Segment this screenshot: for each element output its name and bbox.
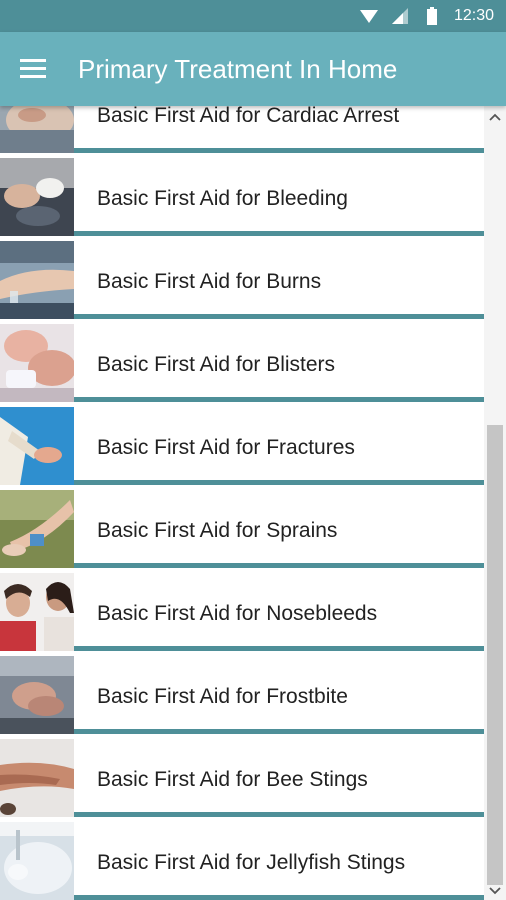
nosebleeds-thumbnail: [0, 573, 74, 651]
list-item-bleeding[interactable]: Basic First Aid for Bleeding: [0, 158, 484, 236]
hamburger-menu-icon[interactable]: [20, 59, 46, 79]
blisters-thumbnail: [0, 324, 74, 402]
list-item-fractures[interactable]: Basic First Aid for Fractures: [0, 407, 484, 485]
list-item-label: Basic First Aid for Burns: [97, 270, 322, 293]
list-item-label: Basic First Aid for Sprains: [97, 519, 338, 542]
list-item-cardiac-arrest[interactable]: Basic First Aid for Cardiac Arrest: [0, 106, 484, 153]
list-item-jellyfish-stings[interactable]: Basic First Aid for Jellyfish Stings: [0, 822, 484, 900]
list-item-label: Basic First Aid for Bleeding: [97, 187, 348, 210]
jellyfish-stings-thumbnail: [0, 822, 74, 900]
sprains-thumbnail: [0, 490, 74, 568]
divider: [74, 812, 484, 817]
app-bar: Primary Treatment In Home: [0, 32, 506, 106]
wifi-icon: [360, 10, 378, 23]
list-item-label: Basic First Aid for Jellyfish Stings: [97, 851, 406, 874]
scrollbar-thumb[interactable]: [487, 425, 503, 885]
list-item-burns[interactable]: Basic First Aid for Burns: [0, 241, 484, 319]
page-title: Primary Treatment In Home: [78, 54, 398, 84]
list-item-sprains[interactable]: Basic First Aid for Sprains: [0, 490, 484, 568]
divider: [74, 480, 484, 485]
list-item-label: Basic First Aid for Bee Stings: [97, 768, 368, 791]
list-item-label: Basic First Aid for Nosebleeds: [97, 602, 378, 625]
list-item-label: Basic First Aid for Fractures: [97, 436, 355, 459]
divider: [74, 895, 484, 900]
list-item-label: Basic First Aid for Blisters: [97, 353, 336, 376]
list-item-frostbite[interactable]: Basic First Aid for Frostbite: [0, 656, 484, 734]
divider: [74, 563, 484, 568]
status-time: 12:30: [453, 7, 494, 24]
divider: [74, 148, 484, 153]
scroll-down-arrow-icon[interactable]: [488, 886, 502, 896]
cellular-signal-icon: [392, 8, 408, 24]
list-item-bee-stings[interactable]: Basic First Aid for Bee Stings: [0, 739, 484, 817]
burns-thumbnail: [0, 241, 74, 319]
battery-icon: [427, 7, 437, 25]
scroll-up-arrow-icon[interactable]: [488, 112, 502, 122]
list-item-label: Basic First Aid for Frostbite: [97, 685, 348, 708]
bee-stings-thumbnail: [0, 739, 74, 817]
frostbite-thumbnail: [0, 656, 74, 734]
divider: [74, 397, 484, 402]
cardiac-arrest-thumbnail: [0, 106, 74, 153]
bleeding-thumbnail: [0, 158, 74, 236]
divider: [74, 231, 484, 236]
topic-list: Basic First Aid for Cardiac Arrest Basic…: [0, 106, 484, 900]
fractures-thumbnail: [0, 407, 74, 485]
list-item-nosebleeds[interactable]: Basic First Aid for Nosebleeds: [0, 573, 484, 651]
divider: [74, 646, 484, 651]
status-bar: 12:30: [0, 0, 506, 32]
list-item-label: Basic First Aid for Cardiac Arrest: [97, 106, 400, 127]
divider: [74, 729, 484, 734]
divider: [74, 314, 484, 319]
list-item-blisters[interactable]: Basic First Aid for Blisters: [0, 324, 484, 402]
